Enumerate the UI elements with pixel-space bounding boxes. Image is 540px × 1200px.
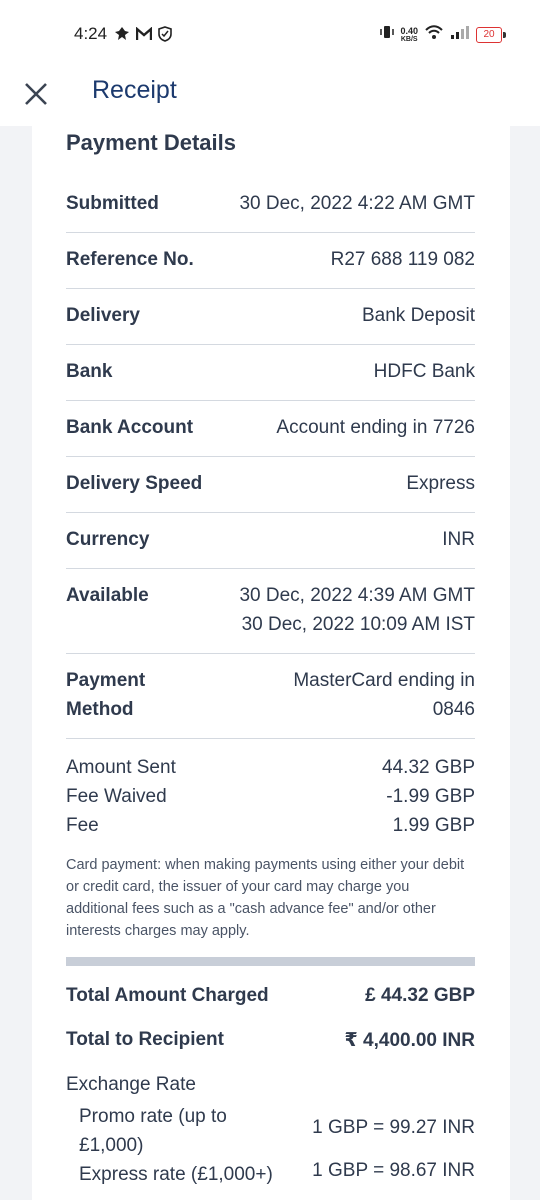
amount-value: 1.99 GBP [392,815,475,836]
page-title: Receipt [92,76,177,104]
total-charged-label: Total Amount Charged [66,985,269,1006]
amount-sent-line: Amount Sent 44.32 GBP [66,757,475,787]
row-label: Delivery [66,305,140,326]
amount-value: -1.99 GBP [386,786,475,807]
wifi-icon [424,24,444,45]
net-speed-unit: KB/S [400,35,418,43]
express-rate-label: Express rate (£1,000+) [79,1164,273,1185]
receipt-card: Payment Details Submitted 30 Dec, 2022 4… [32,126,510,1200]
battery-icon: 20 [476,26,506,43]
gmail-icon [135,26,153,46]
promo-rate-label-2: £1,000) [79,1135,144,1156]
row-label: Delivery Speed [66,473,203,494]
close-button[interactable] [18,76,54,112]
card-payment-disclaimer: Card payment: when making payments using… [66,857,465,939]
detail-row-bank-account: Bank Account Account ending in 7726 [66,400,475,457]
payment-method-label-2: Method [66,699,134,720]
promo-rate-line: Promo rate (up to £1,000) 1 GBP = 99.27 … [79,1102,475,1162]
available-gmt: 30 Dec, 2022 4:39 AM GMT [239,585,475,606]
available-ist: 30 Dec, 2022 10:09 AM IST [241,614,475,635]
payment-method-value-1: MasterCard ending in [293,670,475,691]
status-time: 4:24 [74,24,108,43]
total-recipient-label: Total to Recipient [66,1029,224,1050]
amount-value: 44.32 GBP [382,757,475,778]
detail-row-submitted: Submitted 30 Dec, 2022 4:22 AM GMT [66,176,475,233]
total-charged-line: Total Amount Charged £ 44.32 GBP [66,985,475,1015]
row-label: Submitted [66,193,159,214]
net-speed: 0.40 KB/S [400,25,418,43]
shield-icon [158,26,172,47]
payment-method-label-1: Payment [66,670,146,691]
row-value: Bank Deposit [361,305,475,326]
status-right-icons: 0.40 KB/S 20 [380,24,506,45]
row-label: Reference No. [66,249,194,270]
detail-row-available: Available 30 Dec, 2022 4:39 AM GMT 30 De… [66,568,475,654]
payment-method-value-2: 0846 [432,699,475,720]
total-charged-value: £ 44.32 GBP [365,985,475,1006]
section-title: Payment Details [66,130,236,155]
promo-rate-label-1: Promo rate (up to [79,1106,227,1127]
net-speed-value: 0.40 [400,25,418,36]
row-value: 30 Dec, 2022 4:22 AM GMT [239,193,475,214]
row-value: HDFC Bank [373,361,475,382]
row-label: Currency [66,529,150,550]
express-rate-value: 1 GBP = 98.67 INR [312,1160,475,1181]
row-label: Bank [66,361,113,382]
row-value: R27 688 119 082 [330,249,475,270]
row-label: Available [66,585,149,606]
notification-icon [114,26,130,47]
fee-line: Fee 1.99 GBP [66,815,475,845]
amount-label: Amount Sent [66,757,176,778]
row-label: Bank Account [66,417,194,438]
amount-label: Fee Waived [66,786,167,807]
row-value: Express [406,473,475,494]
amount-label: Fee [66,815,99,836]
fee-waived-line: Fee Waived -1.99 GBP [66,786,475,816]
row-value: INR [442,529,475,550]
total-recipient-value: ₹ 4,400.00 INR [344,1030,475,1051]
total-recipient-line: Total to Recipient ₹ 4,400.00 INR [66,1029,475,1059]
close-icon [25,83,47,105]
promo-rate-value: 1 GBP = 99.27 INR [312,1117,475,1138]
signal-icon [450,25,470,44]
detail-row-delivery: Delivery Bank Deposit [66,288,475,345]
detail-row-payment-method: Payment Method MasterCard ending in 0846 [66,653,475,739]
vibrate-icon [380,24,395,45]
exchange-rate-title: Exchange Rate [66,1074,196,1095]
status-left-icons [114,26,172,47]
app-bar: Receipt [0,66,540,126]
express-rate-line: Express rate (£1,000+) 1 GBP = 98.67 INR [79,1160,475,1190]
row-value: Account ending in 7726 [276,417,475,438]
detail-row-delivery-speed: Delivery Speed Express [66,456,475,513]
status-bar: 4:24 0.40 KB/S 20 [0,0,540,66]
detail-row-reference: Reference No. R27 688 119 082 [66,232,475,289]
detail-row-currency: Currency INR [66,512,475,569]
totals-divider [66,957,475,966]
detail-row-bank: Bank HDFC Bank [66,344,475,401]
